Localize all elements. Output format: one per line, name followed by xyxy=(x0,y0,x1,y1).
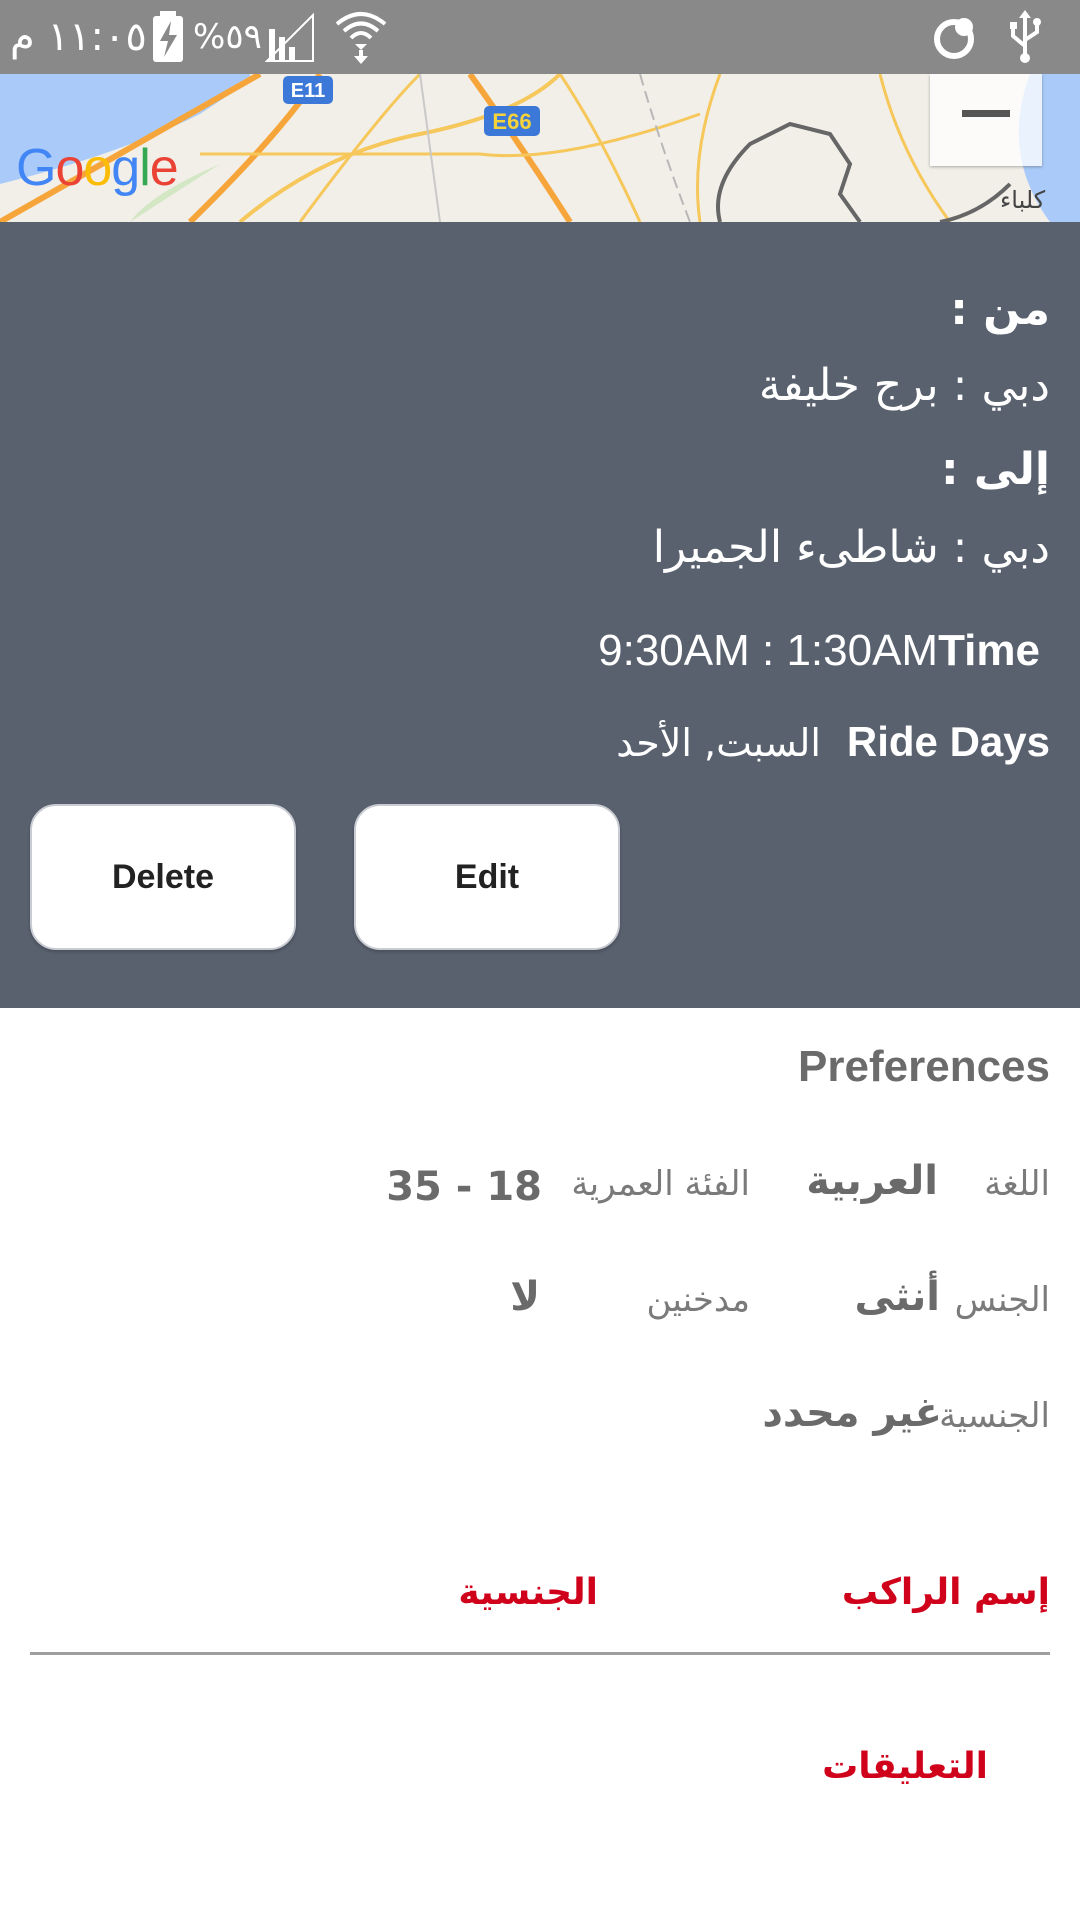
zoom-out-button[interactable] xyxy=(930,74,1042,166)
ride-days-value: السبت, الأحد xyxy=(616,721,821,765)
gender-value: أنثى xyxy=(854,1274,940,1320)
nationality-value: غير محدد xyxy=(762,1390,942,1436)
language-label: اللغة xyxy=(984,1164,1050,1204)
comments-label: التعليقات xyxy=(822,1746,988,1787)
map-view[interactable]: E11 E66 Google كلباء xyxy=(0,74,1080,222)
age-group-label: الفئة العمرية xyxy=(571,1164,750,1204)
gender-label: الجنس xyxy=(954,1280,1050,1320)
from-value: دبي : برج خليفة xyxy=(758,360,1050,411)
time-label: Time xyxy=(938,626,1040,675)
ride-days-label: Ride Days xyxy=(846,718,1050,765)
status-time: ١١:٠٥ م xyxy=(10,14,147,60)
battery-percent: %٥٩ xyxy=(193,17,262,57)
age-group-value: 35 - 18 xyxy=(386,1164,542,1210)
time-row: 9:30AM : 1:30AMTime xyxy=(598,626,1040,676)
time-value: 9:30AM : 1:30AM xyxy=(598,626,939,675)
svg-text:E66: E66 xyxy=(492,109,531,134)
ride-details-panel: من : دبي : برج خليفة إلى : دبي : شاطىء ا… xyxy=(0,222,1080,1008)
delete-button[interactable]: Delete xyxy=(30,804,296,950)
to-label: إلى : xyxy=(940,444,1050,495)
google-logo: Google xyxy=(16,139,179,197)
svg-text:E11: E11 xyxy=(291,80,325,102)
nationality-label: الجنسية xyxy=(939,1396,1050,1436)
status-bar: ١١:٠٥ م %٥٩ xyxy=(0,0,1080,74)
wifi-icon xyxy=(335,0,387,74)
smokers-label: مدخنين xyxy=(646,1280,750,1320)
from-label: من : xyxy=(950,284,1050,335)
map-place-label: كلباء xyxy=(1000,186,1046,214)
minus-icon xyxy=(962,110,1010,117)
usb-icon xyxy=(1005,0,1045,74)
smokers-value: لا xyxy=(510,1274,540,1320)
ride-days-row: السبت, الأحد Ride Days xyxy=(616,718,1050,766)
preferences-title: Preferences xyxy=(798,1042,1050,1091)
to-value: دبي : شاطىء الجميرا xyxy=(652,522,1050,573)
rider-name-header: إسم الراكب xyxy=(841,1572,1050,1613)
cell-signal-icon xyxy=(265,0,315,74)
edit-button[interactable]: Edit xyxy=(354,804,620,950)
battery-charging-icon xyxy=(150,0,186,74)
table-divider xyxy=(30,1652,1050,1655)
language-value: العربية xyxy=(806,1158,938,1204)
sync-icon xyxy=(930,0,978,74)
rider-nationality-header: الجنسية xyxy=(458,1572,598,1613)
